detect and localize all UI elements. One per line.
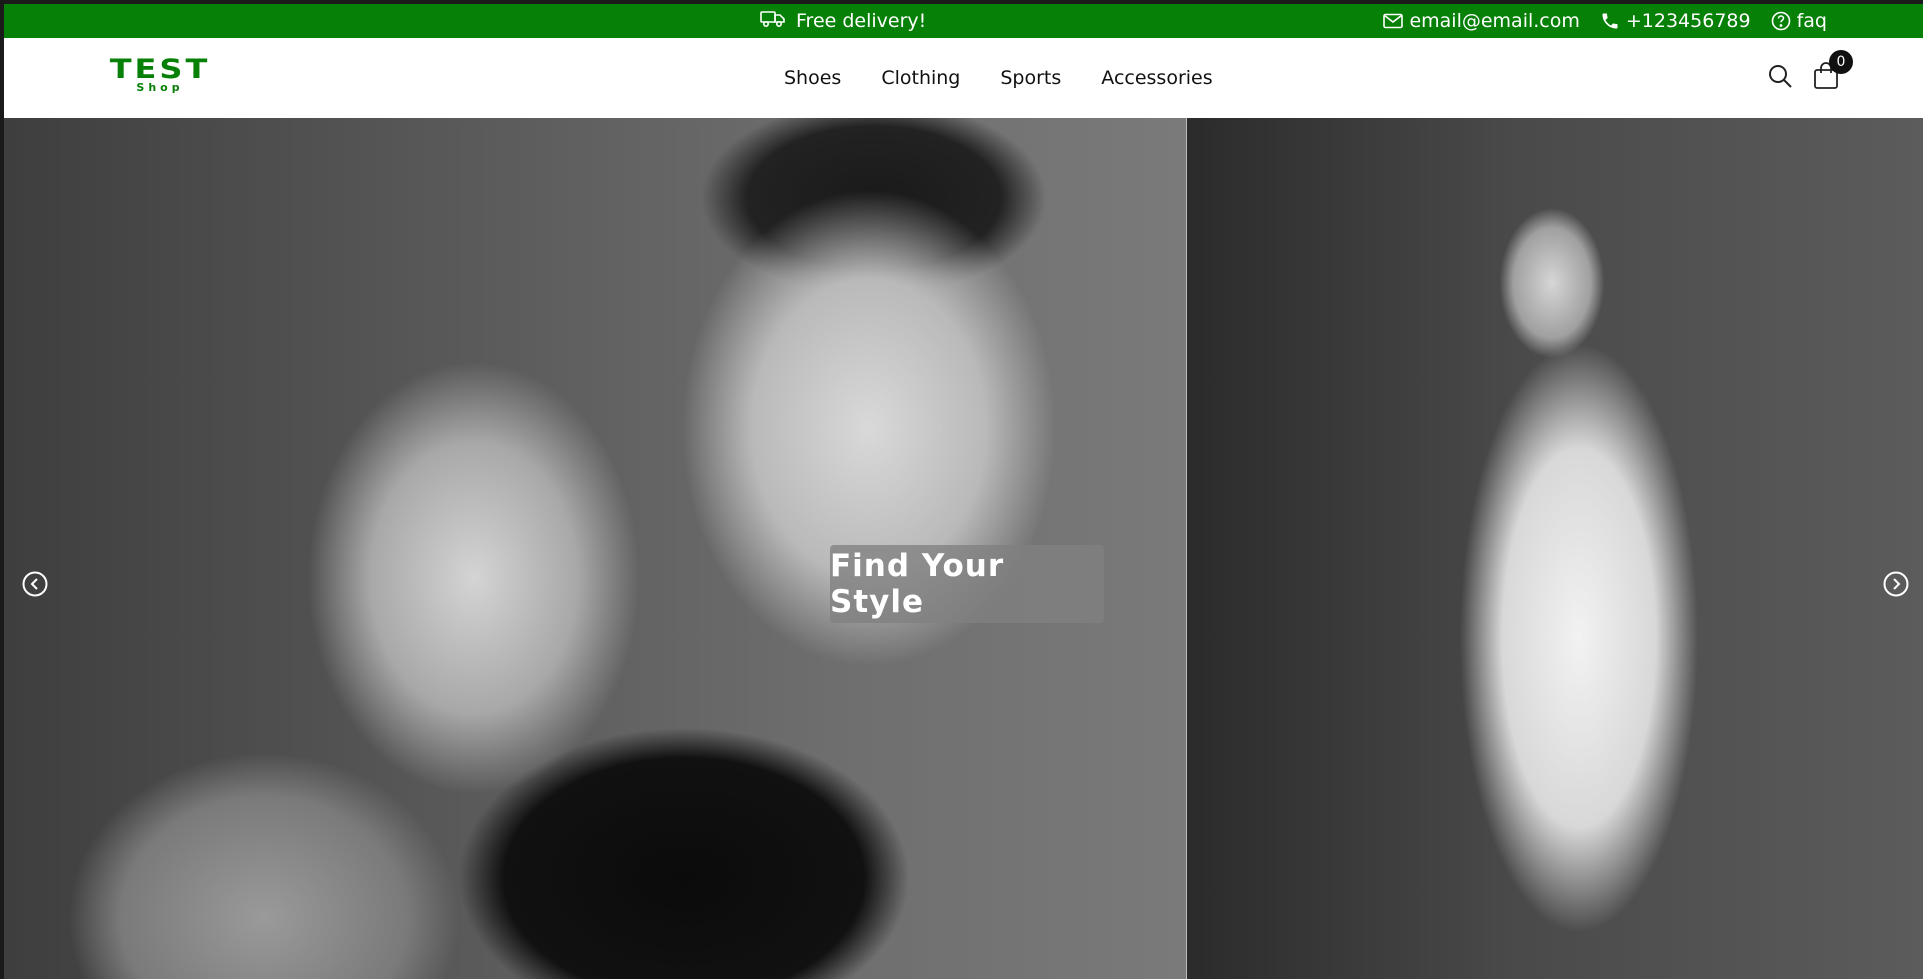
faq-text: faq: [1796, 10, 1827, 32]
site-header: TEST Shop Shoes Clothing Sports Accessor…: [4, 38, 1923, 118]
email-link[interactable]: email@email.com: [1383, 10, 1580, 32]
hero-slider: Find Your Style: [4, 118, 1923, 979]
search-button[interactable]: [1767, 63, 1793, 93]
cart-button[interactable]: 0: [1813, 50, 1853, 94]
hero-title: Find Your Style: [830, 545, 1104, 623]
logo-main-text: TEST: [109, 53, 211, 85]
chevron-left-circle-icon: [21, 571, 49, 602]
logo[interactable]: TEST Shop: [100, 54, 220, 98]
faq-link[interactable]: faq: [1771, 10, 1827, 32]
contact-links: email@email.com +123456789 faq: [1383, 4, 1827, 38]
nav-item-shoes[interactable]: Shoes: [784, 67, 841, 89]
phone-link[interactable]: +123456789: [1600, 10, 1751, 32]
slider-next-button[interactable]: [1882, 570, 1910, 598]
phone-icon: [1600, 11, 1620, 31]
nav-item-accessories[interactable]: Accessories: [1101, 67, 1212, 89]
search-icon: [1767, 63, 1793, 93]
slider-prev-button[interactable]: [21, 570, 49, 598]
cart-count-badge: 0: [1829, 50, 1853, 74]
truck-icon: [760, 10, 786, 33]
question-circle-icon: [1771, 11, 1791, 31]
email-text: email@email.com: [1409, 10, 1580, 32]
announcement-bar: Free delivery! email@email.com +12345678…: [4, 4, 1923, 38]
nav-item-sports[interactable]: Sports: [1000, 67, 1061, 89]
hero-image-dress: [1187, 118, 1923, 979]
delivery-text: Free delivery!: [796, 10, 927, 32]
envelope-icon: [1383, 13, 1404, 29]
header-actions: 0: [1767, 38, 1853, 118]
nav-item-clothing[interactable]: Clothing: [881, 67, 960, 89]
page: Free delivery! email@email.com +12345678…: [0, 0, 1923, 979]
delivery-notice: Free delivery!: [760, 4, 926, 38]
phone-text: +123456789: [1625, 10, 1751, 32]
chevron-right-circle-icon: [1882, 571, 1910, 602]
main-nav: Shoes Clothing Sports Accessories: [784, 38, 1213, 118]
